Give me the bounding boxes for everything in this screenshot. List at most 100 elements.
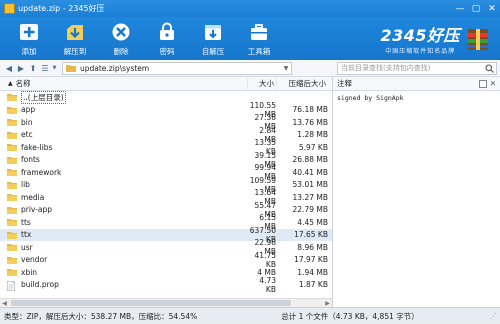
sort-up-icon: ▲ (8, 80, 13, 87)
address-input[interactable]: update.zip\system ▼ (62, 61, 292, 75)
toolbox-icon (248, 21, 270, 43)
comment-header: 注释 ✕ (333, 77, 500, 91)
close-button[interactable]: ✕ (484, 0, 500, 17)
file-name: etc (21, 130, 33, 140)
search-icon[interactable] (485, 63, 494, 73)
folder-icon (7, 156, 17, 164)
title-bar: update.zip - 2345好压 — ▢ ✕ (0, 0, 500, 17)
table-row[interactable]: fonts 39.15 MB 26.88 MB (0, 151, 332, 169)
folder-icon (7, 256, 17, 264)
file-list: ..(上层目录) app 110.55 MB 76.18 MB bin 27.38 MB 1… (0, 90, 332, 298)
table-row[interactable]: ttx 637.50 KB 17.65 KB (0, 226, 332, 244)
file-name-cell: fake-libs (0, 143, 247, 152)
scroll-right-icon[interactable]: ▶ (323, 300, 332, 307)
password-icon (156, 21, 178, 43)
file-packed-size-cell: 4.45 MB (297, 217, 328, 227)
password-button[interactable]: 密码 (144, 17, 190, 60)
file-size-cell: 41.75 KB (254, 250, 276, 269)
toolbox-button[interactable]: 工具箱 (236, 17, 282, 60)
table-row[interactable]: etc 2.84 MB 1.28 MB (0, 126, 332, 144)
folder-icon (7, 231, 17, 239)
file-list-header: ▲ 名称 大小 压缩后大小 (0, 77, 332, 91)
folder-icon (7, 168, 17, 177)
close-icon[interactable]: ✕ (490, 79, 496, 88)
delete-label: 删除 (113, 47, 129, 56)
table-row[interactable]: usr 22.98 MB 8.96 MB (0, 238, 332, 256)
self-extract-button[interactable]: 自解压 (190, 17, 236, 60)
status-bar: 类型：ZIP，解压后大小：538.27 MB，压缩比：54.54% 总计 1 个… (0, 307, 500, 324)
table-row[interactable]: bin 27.38 MB 13.76 MB (0, 113, 332, 131)
file-packed-size-cell: 1.94 MB (297, 267, 328, 277)
file-name-cell: fonts (0, 155, 247, 164)
folder-icon (66, 65, 76, 72)
address-dropdown-icon[interactable]: ▼ (281, 65, 291, 72)
table-row[interactable]: lib 109.59 MB 53.01 MB (0, 176, 332, 194)
status-archive-info: 类型：ZIP，解压后大小：538.27 MB，压缩比：54.54% (4, 311, 198, 321)
forward-arrow-icon[interactable]: ▶ (15, 62, 27, 75)
resize-grip-icon[interactable]: ⋰ (490, 312, 497, 320)
app-icon (4, 3, 15, 14)
file-packed-size-cell: 13.76 MB (292, 117, 328, 127)
minimize-button[interactable]: — (452, 0, 468, 17)
scrollbar-thumb[interactable] (11, 300, 291, 306)
comment-text: signed by SignApk (337, 94, 404, 102)
scroll-left-icon[interactable]: ◀ (0, 300, 9, 307)
file-name-cell: vendor (0, 255, 247, 264)
folder-icon (7, 106, 17, 114)
column-name[interactable]: ▲ 名称 (0, 78, 247, 89)
back-arrow-icon[interactable]: ◀ (3, 62, 15, 75)
table-row[interactable]: framework 99.94 MB 40.41 MB (0, 163, 332, 181)
file-name-cell: framework (0, 168, 247, 177)
file-name-cell: ..(上层目录) (0, 90, 247, 104)
table-row[interactable]: priv-app 55.47 MB 22.79 MB (0, 201, 332, 219)
file-name: lib (21, 180, 30, 190)
table-row[interactable]: fake-libs 13.35 KB 5.97 KB (0, 138, 332, 156)
up-folder-icon[interactable]: ⬆ (27, 62, 39, 75)
table-row[interactable]: tts 6.15 MB 4.45 MB (0, 213, 332, 231)
folder-icon (7, 243, 17, 252)
maximize-button[interactable]: ▢ (468, 0, 484, 17)
view-dropdown-icon[interactable]: ▼ (51, 62, 58, 75)
brand-slogan: 中国压缩软件知名品牌 (385, 48, 456, 55)
file-size-cell: 4.73 KB (259, 275, 276, 294)
column-size[interactable]: 大小 (247, 78, 276, 89)
add-icon (18, 21, 40, 43)
search-input[interactable]: 当前目录查找(支持包内查找) (337, 61, 497, 75)
horizontal-scrollbar[interactable]: ◀ ▶ (0, 298, 332, 307)
table-row[interactable]: app 110.55 MB 76.18 MB (0, 101, 332, 119)
table-row[interactable]: build.prop 4.73 KB 1.87 KB (0, 275, 332, 294)
window-title: update.zip - 2345好压 (18, 4, 105, 13)
file-name: ttx (21, 230, 32, 240)
password-label: 密码 (159, 47, 175, 56)
self-extract-icon (202, 21, 224, 43)
delete-icon (110, 21, 132, 43)
file-name: ..(上层目录) (21, 90, 66, 104)
file-name: priv-app (21, 205, 52, 215)
table-row[interactable]: media 13.64 MB 13.27 MB (0, 188, 332, 206)
table-row[interactable]: vendor 41.75 KB 17.97 KB (0, 250, 332, 269)
file-packed-size-cell: 13.27 MB (292, 192, 328, 202)
file-name: vendor (21, 255, 48, 265)
file-name-cell: lib (0, 180, 247, 189)
folder-icon (7, 268, 17, 277)
table-row[interactable]: xbin 4 MB 1.94 MB (0, 266, 332, 279)
folder-icon (7, 218, 17, 227)
file-name-cell: bin (0, 118, 247, 127)
add-label: 添加 (21, 47, 37, 56)
add-button[interactable]: 添加 (6, 17, 52, 60)
file-name: framework (21, 167, 62, 177)
address-path: update.zip\system (80, 63, 150, 73)
extract-button[interactable]: 解压到 (52, 17, 98, 60)
parent-directory-row[interactable]: ..(上层目录) (0, 90, 332, 104)
file-name-cell: etc (0, 130, 247, 139)
delete-button[interactable]: 删除 (98, 17, 144, 60)
comment-pane: 注释 ✕ signed by SignApk (333, 77, 500, 307)
file-name: build.prop (21, 280, 59, 290)
view-mode-icon[interactable]: ☰ (39, 62, 51, 75)
file-name-cell: xbin (0, 268, 247, 277)
comment-checkbox[interactable] (478, 79, 487, 88)
folder-icon (7, 143, 17, 152)
file-packed-size-cell: 76.18 MB (292, 105, 328, 115)
column-packed-size[interactable]: 压缩后大小 (276, 78, 328, 89)
folder-icon (7, 181, 17, 189)
